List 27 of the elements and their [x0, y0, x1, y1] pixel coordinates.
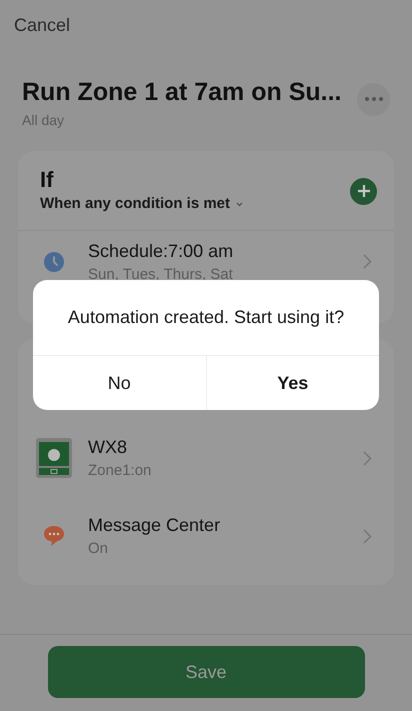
caret-icon — [236, 202, 244, 207]
more-button[interactable] — [357, 82, 390, 116]
list-row[interactable]: Message Center On — [18, 513, 394, 559]
row-detail: Sun, Tues, Thurs, Sat — [88, 264, 234, 284]
dialog-button[interactable]: No — [33, 356, 206, 410]
row-detail: On — [88, 539, 110, 559]
list-row[interactable]: Schedule:7:00 am Sun, Tues, Thurs, Sat — [18, 238, 394, 284]
if-heading: If — [40, 167, 54, 193]
condition-dropdown[interactable]: When any condition is met — [40, 193, 350, 216]
automation-title: Run Zone 1 at 7am on Su... — [22, 77, 342, 107]
chat-bubble-icon — [43, 525, 65, 547]
dialog-button[interactable]: Yes — [206, 356, 379, 410]
chevron-right-icon — [363, 450, 372, 466]
row-title: Schedule:7:00 am — [88, 240, 234, 262]
automation-subtitle: All day — [22, 111, 66, 130]
dialog-message: Automation created. Start using it? — [66, 306, 346, 329]
plus-icon — [356, 184, 370, 198]
row-detail: Zone1:on — [88, 461, 152, 481]
list-row[interactable]: WX8 Zone1:on — [18, 435, 394, 481]
chevron-right-icon — [363, 254, 372, 269]
clock-icon — [44, 252, 64, 272]
device-icon — [36, 438, 72, 478]
chevron-right-icon — [363, 528, 372, 544]
cancel-button[interactable]: Cancel — [14, 15, 70, 35]
row-title: Message Center — [88, 514, 222, 537]
add-button[interactable] — [350, 178, 377, 205]
row-title: WX8 — [88, 436, 128, 459]
